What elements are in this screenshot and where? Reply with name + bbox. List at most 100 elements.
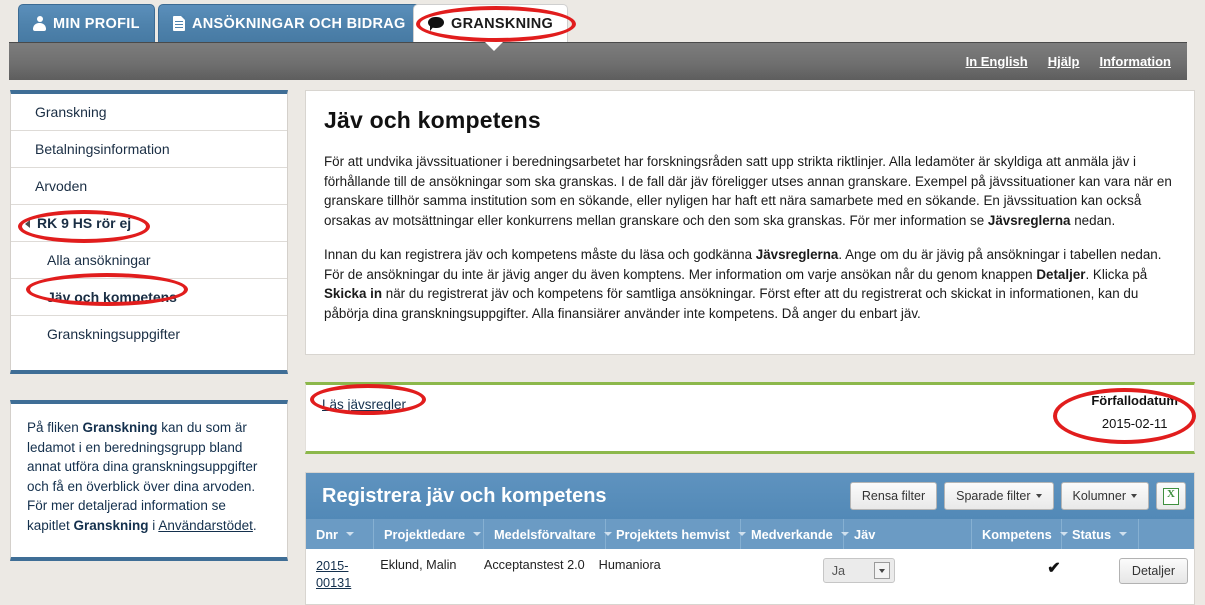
link-dnr[interactable]: 2015-00131: [316, 559, 351, 590]
sidebar-nav: Granskning Betalningsinformation Arvoden…: [10, 90, 288, 374]
paragraph-text: när du registrerat jäv och kompetens för…: [324, 286, 1139, 321]
cell-medelsforvaltare: Acceptanstest 2.0: [483, 558, 585, 572]
sidebar-item-label: Arvoden: [35, 178, 88, 194]
table-title: Registrera jäv och kompetens: [322, 484, 607, 507]
sidebar-group-rk9-hs-ror-ej[interactable]: RK 9 HS rör ej: [11, 205, 287, 242]
top-tab-bar: MIN PROFIL ANSÖKNINGAR OCH BIDRAG GRANSK…: [0, 0, 1205, 51]
collapse-triangle-icon: [25, 220, 30, 228]
sparade-filter-button[interactable]: Sparade filter: [944, 482, 1054, 510]
rensa-filter-button[interactable]: Rensa filter: [849, 482, 938, 510]
sidebar-item-label: RK 9 HS rör ej: [37, 215, 132, 231]
column-header-dnr[interactable]: Dnr: [306, 519, 374, 549]
sidebar-item-alla-ansokningar[interactable]: Alla ansökningar: [11, 242, 287, 279]
sidebar-item-label: Alla ansökningar: [47, 252, 151, 268]
chevron-down-icon: [1131, 494, 1137, 498]
bold-javsreglerna-2: Jävsreglerna: [755, 246, 839, 262]
chevron-down-icon: [473, 532, 482, 536]
chevron-down-icon: [1119, 532, 1128, 536]
sidebar-item-jav-och-kompetens[interactable]: Jäv och kompetens: [11, 279, 287, 316]
sidebar-item-granskningsuppgifter[interactable]: Granskningsuppgifter: [11, 316, 287, 352]
sidebar-item-betalningsinformation[interactable]: Betalningsinformation: [11, 131, 287, 168]
paragraph-text: nedan.: [1070, 213, 1116, 229]
button-label: Rensa filter: [861, 489, 926, 503]
bold-javsreglerna: Jävsreglerna: [987, 213, 1071, 229]
cell-dnr: 2015-00131: [306, 558, 370, 592]
info-text: i: [148, 517, 159, 533]
chevron-down-icon: [1035, 494, 1042, 498]
column-header-projektledare[interactable]: Projektledare: [374, 519, 484, 549]
active-tab-pointer: [484, 41, 504, 51]
column-label: Medelsförvaltare: [494, 526, 596, 542]
cell-actions: Detaljer: [1090, 558, 1194, 584]
rules-due-panel: Läs jävsregler Förfallodatum 2015-02-11: [305, 382, 1195, 454]
detaljer-button[interactable]: Detaljer: [1118, 558, 1188, 584]
link-information[interactable]: Information: [1100, 54, 1172, 69]
column-label: Medverkande: [751, 526, 833, 542]
tab-min-profil-label: MIN PROFIL: [53, 15, 140, 32]
column-label: Dnr: [316, 526, 339, 542]
bold-detaljer: Detaljer: [1036, 266, 1086, 282]
column-label: Projektledare: [384, 526, 466, 542]
sidebar-item-label: Granskning: [35, 104, 107, 120]
sidebar-item-label: Betalningsinformation: [35, 141, 170, 157]
due-date-block: Förfallodatum 2015-02-11: [1091, 393, 1178, 431]
export-excel-button[interactable]: [1156, 482, 1186, 510]
button-label: Kolumner: [1072, 489, 1127, 503]
link-hjalp[interactable]: Hjälp: [1048, 54, 1080, 69]
table-column-headers: Dnr Projektledare Medelsförvaltare Proje…: [306, 519, 1194, 549]
column-header-status[interactable]: Status: [1062, 519, 1139, 549]
page-title: Jäv och kompetens: [324, 107, 541, 133]
link-in-english[interactable]: In English: [966, 54, 1028, 69]
table-row: 2015-00131 Eklund, Malin Acceptanstest 2…: [306, 549, 1194, 592]
sidebar-info-box: På fliken Granskning kan du som är ledam…: [10, 400, 288, 562]
column-label: Projektets hemvist: [616, 526, 730, 542]
cell-status: ✔: [1018, 558, 1090, 578]
chevron-down-icon: [873, 562, 890, 579]
button-label: Sparade filter: [956, 489, 1031, 503]
tab-ansokningar-label: ANSÖKNINGAR OCH BIDRAG: [192, 15, 406, 32]
intro-paragraph-1: För att undvika jävssituationer i beredn…: [324, 152, 1176, 231]
tab-granskning[interactable]: GRANSKNING: [413, 4, 569, 42]
paragraph-text: . Klicka på: [1085, 266, 1148, 282]
column-header-jav[interactable]: Jäv: [844, 519, 972, 549]
user-icon: [33, 16, 46, 31]
jav-select[interactable]: Ja: [822, 558, 895, 583]
info-text: .: [252, 517, 257, 533]
registration-table-panel: Registrera jäv och kompetens Rensa filte…: [305, 472, 1195, 605]
utility-bar: In English Hjälp Information: [9, 42, 1187, 80]
chevron-down-icon: [346, 532, 355, 536]
info-text: kan du som är ledamot i en beredningsgru…: [27, 420, 258, 533]
column-label: Kompetens: [982, 526, 1052, 542]
info-text: På fliken: [27, 420, 83, 435]
status-check-icon: ✔: [1047, 560, 1061, 577]
info-bold-granskning: Granskning: [82, 420, 158, 435]
bold-skicka-in: Skicka in: [324, 286, 383, 302]
column-header-projektets-hemvist[interactable]: Projektets hemvist: [606, 519, 746, 549]
info-bold-granskning-2: Granskning: [73, 517, 149, 533]
column-header-medelsforvaltare[interactable]: Medelsförvaltare: [484, 519, 612, 549]
column-label: Status: [1072, 526, 1112, 542]
sidebar-item-granskning[interactable]: Granskning: [11, 94, 287, 131]
sidebar-item-arvoden[interactable]: Arvoden: [11, 168, 287, 205]
column-header-kompetens[interactable]: Kompetens: [972, 519, 1068, 549]
tab-min-profil[interactable]: MIN PROFIL: [18, 4, 155, 42]
sidebar-item-label: Jäv och kompetens: [47, 289, 177, 305]
cell-projektledare: Eklund, Malin: [380, 558, 457, 572]
link-las-javsregler[interactable]: Läs jävsregler: [322, 397, 406, 412]
excel-export-icon: [1163, 487, 1179, 505]
cell-projektets-hemvist: Humaniora: [598, 558, 661, 572]
sidebar-item-label: Granskningsuppgifter: [47, 326, 181, 342]
cell-jav: Ja: [813, 558, 933, 583]
tab-ansokningar-och-bidrag[interactable]: ANSÖKNINGAR OCH BIDRAG: [158, 4, 421, 42]
column-label: Jäv: [854, 526, 876, 542]
tab-granskning-label: GRANSKNING: [451, 15, 554, 32]
kolumner-button[interactable]: Kolumner: [1060, 482, 1149, 510]
link-anvandarstodet[interactable]: Användarstödet: [158, 518, 253, 533]
table-toolbar: Registrera jäv och kompetens Rensa filte…: [306, 473, 1194, 519]
due-date-label: Förfallodatum: [1091, 393, 1178, 408]
document-icon: [173, 16, 185, 31]
app-page: MIN PROFIL ANSÖKNINGAR OCH BIDRAG GRANSK…: [0, 0, 1205, 605]
speech-bubble-icon: [428, 17, 444, 31]
due-date-value: 2015-02-11: [1101, 416, 1168, 431]
column-header-medverkande[interactable]: Medverkande: [741, 519, 849, 549]
